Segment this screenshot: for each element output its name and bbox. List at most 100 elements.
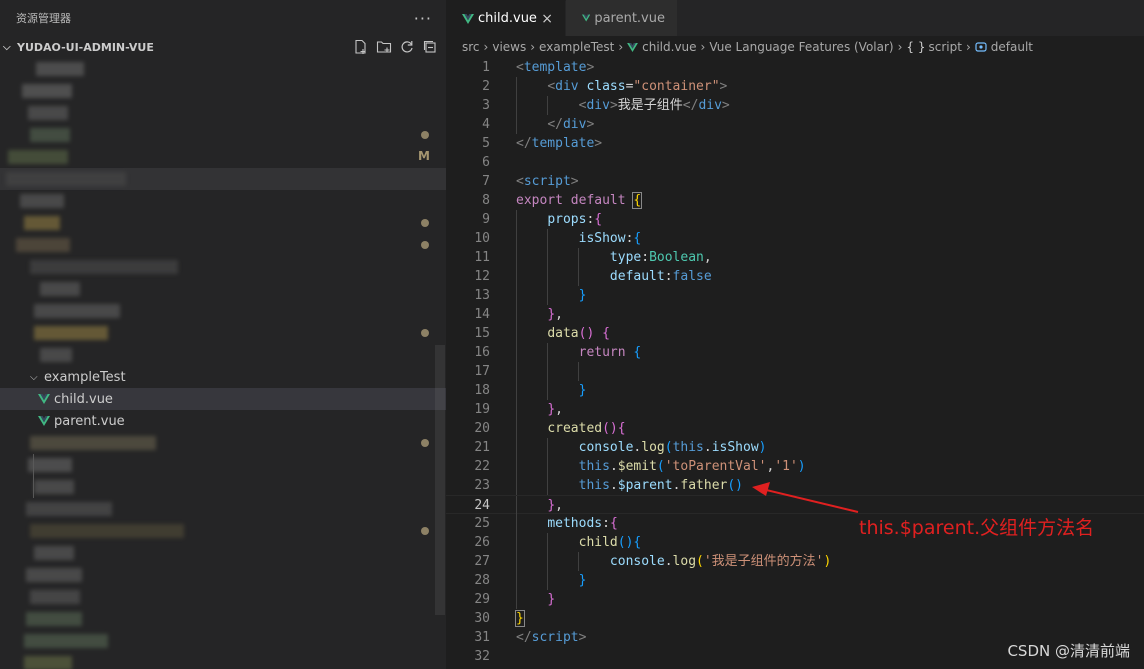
breadcrumb-item[interactable]: Vue Language Features (Volar) <box>709 40 893 54</box>
blurred-tree-item[interactable] <box>0 102 446 124</box>
vue-icon <box>582 14 591 22</box>
breadcrumb-item[interactable]: child.vue <box>642 40 696 54</box>
chevron-right-icon: › <box>530 40 536 54</box>
code-line: 6 <box>446 153 1144 172</box>
more-actions-icon[interactable]: ··· <box>414 9 432 28</box>
explorer-sidebar: 资源管理器 ··· ⌵ YUDAO-UI-ADMIN-VUE M ⌵ examp… <box>0 0 446 669</box>
line-number: 6 <box>482 155 490 170</box>
blurred-tree-item[interactable]: M <box>0 146 446 168</box>
line-number: 32 <box>474 649 490 664</box>
code-line: 16 return { <box>446 343 1144 362</box>
code-line: 27 console.log('我是子组件的方法') <box>446 552 1144 571</box>
line-number: 25 <box>474 516 490 531</box>
blurred-tree-item[interactable] <box>0 432 446 454</box>
breadcrumb: src › views › exampleTest › child.vue › Vue … <box>446 36 1144 58</box>
code-line: 12 default:false <box>446 267 1144 286</box>
project-root[interactable]: ⌵ YUDAO-UI-ADMIN-VUE <box>0 36 446 58</box>
close-icon[interactable]: × <box>541 11 553 27</box>
line-number: 3 <box>482 98 490 113</box>
tab-bar: child.vue × parent.vue <box>446 0 1144 36</box>
line-number: 27 <box>474 554 490 569</box>
breadcrumb-item[interactable]: exampleTest <box>539 40 614 54</box>
blurred-tree-item[interactable] <box>0 630 446 652</box>
blurred-tree-item[interactable] <box>0 542 446 564</box>
breadcrumb-item[interactable]: script <box>929 40 962 54</box>
code-line: 7 <script> <box>446 172 1144 191</box>
vue-icon <box>38 416 50 426</box>
line-number: 1 <box>482 60 490 75</box>
blurred-tree-item[interactable] <box>0 212 446 234</box>
code-editor[interactable]: 1 <template> 2 <div class="container"> 3 … <box>446 58 1144 666</box>
breadcrumb-item[interactable]: src <box>462 40 480 54</box>
line-number: 15 <box>474 326 490 341</box>
blurred-tree-item[interactable] <box>0 520 446 542</box>
blurred-tree-item[interactable] <box>0 322 446 344</box>
code-line: 30} <box>446 609 1144 628</box>
code-line: 1 <template> <box>446 58 1144 77</box>
blurred-tree-item[interactable] <box>0 124 446 146</box>
breadcrumb-item[interactable]: views <box>492 40 526 54</box>
blurred-tree-item[interactable] <box>0 476 446 498</box>
code-line: 5 </template> <box>446 134 1144 153</box>
line-number: 19 <box>474 402 490 417</box>
line-number: 28 <box>474 573 490 588</box>
file-child-vue[interactable]: child.vue <box>0 388 446 410</box>
sidebar-scrollbar[interactable] <box>435 345 445 615</box>
chevron-right-icon: › <box>483 40 489 54</box>
tab-child-vue[interactable]: child.vue × <box>446 0 566 36</box>
blurred-tree-item[interactable] <box>0 190 446 212</box>
new-folder-icon[interactable] <box>376 39 392 55</box>
blurred-tree-item[interactable] <box>0 300 446 322</box>
modified-dot-icon <box>421 439 429 447</box>
blurred-tree-item[interactable] <box>0 454 446 476</box>
file-label: parent.vue <box>54 413 125 429</box>
breadcrumb-item[interactable]: default <box>991 40 1033 54</box>
line-number: 4 <box>482 117 490 132</box>
code-line: 11 type:Boolean, <box>446 248 1144 267</box>
line-number: 14 <box>474 307 490 322</box>
modified-dot-icon <box>421 329 429 337</box>
new-file-icon[interactable] <box>353 39 369 55</box>
blurred-tree-item[interactable] <box>0 256 446 278</box>
blurred-tree-item[interactable] <box>0 498 446 520</box>
blurred-tree-item[interactable] <box>0 564 446 586</box>
blurred-tree-item[interactable] <box>0 168 446 190</box>
tab-parent-vue[interactable]: parent.vue <box>566 0 678 36</box>
code-line: 3 <div>我是子组件</div> <box>446 96 1144 115</box>
line-number: 17 <box>474 364 490 379</box>
collapse-all-icon[interactable] <box>422 39 438 55</box>
vue-icon <box>462 13 474 24</box>
code-line: 28 } <box>446 571 1144 590</box>
line-number: 5 <box>482 136 490 151</box>
refresh-icon[interactable] <box>399 39 415 55</box>
explorer-actions <box>353 39 446 55</box>
file-tree: M ⌵ exampleTest child.vue parent.vue <box>0 58 446 669</box>
file-parent-vue[interactable]: parent.vue <box>0 410 446 432</box>
line-number: 24 <box>474 498 490 513</box>
folder-exampletest[interactable]: ⌵ exampleTest <box>0 366 446 388</box>
chevron-down-icon: ⌵ <box>30 371 38 383</box>
vue-icon <box>38 394 50 404</box>
module-icon <box>975 42 987 52</box>
blurred-tree-item[interactable] <box>0 80 446 102</box>
blurred-tree-item[interactable] <box>0 234 446 256</box>
blurred-tree-item[interactable] <box>0 58 446 80</box>
code-line: 17 <box>446 362 1144 381</box>
blurred-tree-item[interactable] <box>0 652 446 669</box>
line-number: 11 <box>474 250 490 265</box>
file-label: child.vue <box>54 391 113 407</box>
blurred-tree-item[interactable] <box>0 586 446 608</box>
code-line: 10 isShow:{ <box>446 229 1144 248</box>
project-name: YUDAO-UI-ADMIN-VUE <box>17 40 154 54</box>
editor-area: child.vue × parent.vue src › views › examp… <box>446 0 1144 669</box>
code-line: 9 props:{ <box>446 210 1144 229</box>
blurred-tree-item[interactable] <box>0 278 446 300</box>
blurred-tree-item[interactable] <box>0 608 446 630</box>
line-number: 23 <box>474 478 490 493</box>
explorer-header: 资源管理器 ··· <box>0 0 446 36</box>
line-number: 22 <box>474 459 490 474</box>
blurred-tree-item[interactable] <box>0 344 446 366</box>
line-number: 29 <box>474 592 490 607</box>
line-number: 2 <box>482 79 490 94</box>
tab-label: child.vue <box>478 11 537 26</box>
